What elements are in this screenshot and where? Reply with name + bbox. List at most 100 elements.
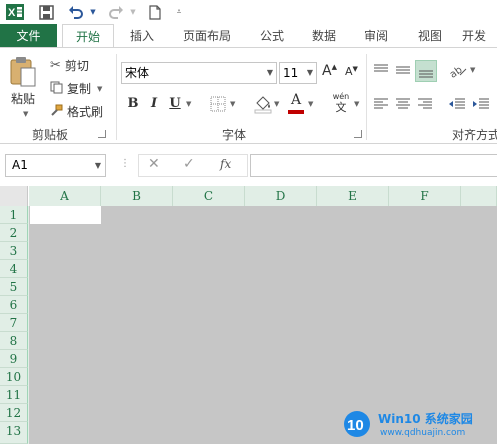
- shrink-font-button[interactable]: A▼: [345, 65, 358, 78]
- copy-icon: [50, 81, 63, 97]
- align-center-icon[interactable]: [395, 96, 411, 115]
- clipboard-launcher-icon[interactable]: [98, 130, 106, 138]
- font-color-letter: A: [290, 92, 302, 108]
- shrink-font-arrow-icon: ▼: [352, 65, 358, 73]
- clipboard-group-label: 剪贴板: [32, 128, 69, 142]
- tab-developer[interactable]: 开发: [462, 24, 497, 48]
- grow-font-arrow-icon: ▲: [331, 63, 337, 71]
- row-header-7[interactable]: 7: [0, 314, 28, 332]
- column-header-b[interactable]: B: [101, 186, 173, 206]
- row-header-6[interactable]: 6: [0, 296, 28, 314]
- column-header-f[interactable]: F: [389, 186, 461, 206]
- save-icon[interactable]: [36, 2, 56, 22]
- row-header-10[interactable]: 10: [0, 368, 28, 386]
- chevron-down-icon: ▼: [306, 68, 313, 77]
- italic-button[interactable]: I: [145, 94, 163, 114]
- format-painter-button[interactable]: 格式刷: [50, 103, 103, 120]
- align-middle-icon[interactable]: [395, 62, 411, 81]
- quick-access-toolbar: X ▼ ▼ ⩡: [0, 0, 497, 24]
- win10-logo-icon: 10: [340, 410, 374, 438]
- phonetic-guide-button[interactable]: wén 文: [330, 92, 352, 116]
- align-top-icon[interactable]: [373, 62, 389, 81]
- font-name-combo[interactable]: 宋体 ▼: [121, 62, 277, 84]
- fill-color-icon[interactable]: [254, 94, 272, 117]
- decrease-indent-icon[interactable]: [448, 96, 466, 115]
- active-cell-a1[interactable]: [30, 206, 101, 224]
- row-headers: 1 2 3 4 5 6 7 8 9 10 11 12 13: [0, 206, 29, 444]
- tab-data[interactable]: 数据: [304, 24, 344, 48]
- paste-icon[interactable]: [8, 56, 42, 88]
- font-group-label: 字体: [222, 128, 247, 142]
- borders-dropdown-icon[interactable]: ▼: [230, 100, 235, 108]
- row-header-8[interactable]: 8: [0, 332, 28, 350]
- font-size-value: 11: [283, 66, 299, 80]
- copy-button[interactable]: 复制 ▼: [50, 80, 102, 97]
- svg-text:X: X: [8, 7, 16, 19]
- phonetic-dropdown-icon[interactable]: ▼: [354, 100, 359, 108]
- format-painter-label: 格式刷: [67, 105, 104, 119]
- tab-formulas[interactable]: 公式: [252, 24, 292, 48]
- row-header-12[interactable]: 12: [0, 404, 28, 422]
- ribbon: 粘贴 ▼ ✂ 剪切 复制 ▼ 格式刷 剪贴板 宋体 ▼ 11 ▼ A▲ A▼ B…: [0, 47, 497, 144]
- font-launcher-icon[interactable]: [354, 130, 362, 138]
- cancel-icon[interactable]: ✕: [148, 156, 160, 172]
- shrink-font-letter: A: [345, 65, 353, 78]
- redo-icon[interactable]: [106, 2, 126, 22]
- increase-indent-icon[interactable]: [472, 96, 490, 115]
- copy-label: 复制: [67, 82, 92, 96]
- svg-text:10: 10: [347, 417, 364, 434]
- tab-review[interactable]: 审阅: [356, 24, 396, 48]
- font-color-dropdown-icon[interactable]: ▼: [308, 100, 313, 108]
- paste-button[interactable]: 粘贴: [11, 90, 35, 107]
- orientation-icon[interactable]: ab: [448, 61, 468, 82]
- borders-icon[interactable]: [210, 96, 226, 115]
- font-color-button[interactable]: A: [287, 92, 305, 114]
- formula-input[interactable]: [250, 154, 497, 177]
- undo-dropdown-icon[interactable]: ▼: [88, 2, 98, 22]
- formula-bar-grip-icon: ⋮: [120, 158, 130, 169]
- column-header-d[interactable]: D: [245, 186, 317, 206]
- column-header-g[interactable]: [461, 186, 497, 206]
- tab-file[interactable]: 文件: [0, 24, 57, 48]
- name-box-value: A1: [12, 158, 28, 172]
- underline-dropdown-icon[interactable]: ▼: [186, 100, 191, 108]
- tab-view[interactable]: 视图: [410, 24, 450, 48]
- tab-page-layout[interactable]: 页面布局: [176, 24, 238, 48]
- row-header-5[interactable]: 5: [0, 278, 28, 296]
- font-size-combo[interactable]: 11 ▼: [279, 62, 317, 84]
- fill-color-dropdown-icon[interactable]: ▼: [274, 100, 279, 108]
- copy-dropdown-icon[interactable]: ▼: [97, 85, 102, 93]
- row-header-1[interactable]: 1: [0, 206, 28, 224]
- enter-icon[interactable]: ✓: [183, 156, 195, 172]
- tab-home[interactable]: 开始: [62, 24, 114, 48]
- svg-text:ab: ab: [448, 65, 465, 79]
- bold-button[interactable]: B: [124, 94, 142, 114]
- undo-icon[interactable]: [66, 2, 86, 22]
- align-bottom-icon[interactable]: [415, 60, 437, 82]
- redo-dropdown-icon[interactable]: ▼: [128, 2, 138, 22]
- customize-qat-icon[interactable]: ⩡: [172, 2, 186, 22]
- name-box[interactable]: A1 ▼: [5, 154, 106, 177]
- column-header-e[interactable]: E: [317, 186, 389, 206]
- row-header-2[interactable]: 2: [0, 224, 28, 242]
- orientation-dropdown-icon[interactable]: ▼: [470, 66, 475, 74]
- cut-button[interactable]: ✂ 剪切: [50, 57, 89, 74]
- row-header-9[interactable]: 9: [0, 350, 28, 368]
- grow-font-button[interactable]: A▲: [322, 63, 337, 79]
- tab-insert[interactable]: 插入: [122, 24, 162, 48]
- row-header-3[interactable]: 3: [0, 242, 28, 260]
- grow-font-letter: A: [322, 63, 332, 79]
- insert-function-button[interactable]: fx: [220, 157, 231, 171]
- chevron-down-icon: ▼: [94, 161, 101, 170]
- column-header-a[interactable]: A: [29, 186, 101, 206]
- paste-dropdown-icon[interactable]: ▼: [23, 110, 28, 118]
- underline-button[interactable]: U: [166, 94, 184, 114]
- align-right-icon[interactable]: [417, 96, 433, 115]
- column-header-c[interactable]: C: [173, 186, 245, 206]
- row-header-4[interactable]: 4: [0, 260, 28, 278]
- row-header-11[interactable]: 11: [0, 386, 28, 404]
- align-left-icon[interactable]: [373, 96, 389, 115]
- row-header-13[interactable]: 13: [0, 422, 28, 444]
- select-all-corner[interactable]: [0, 186, 28, 206]
- new-document-icon[interactable]: [146, 2, 164, 22]
